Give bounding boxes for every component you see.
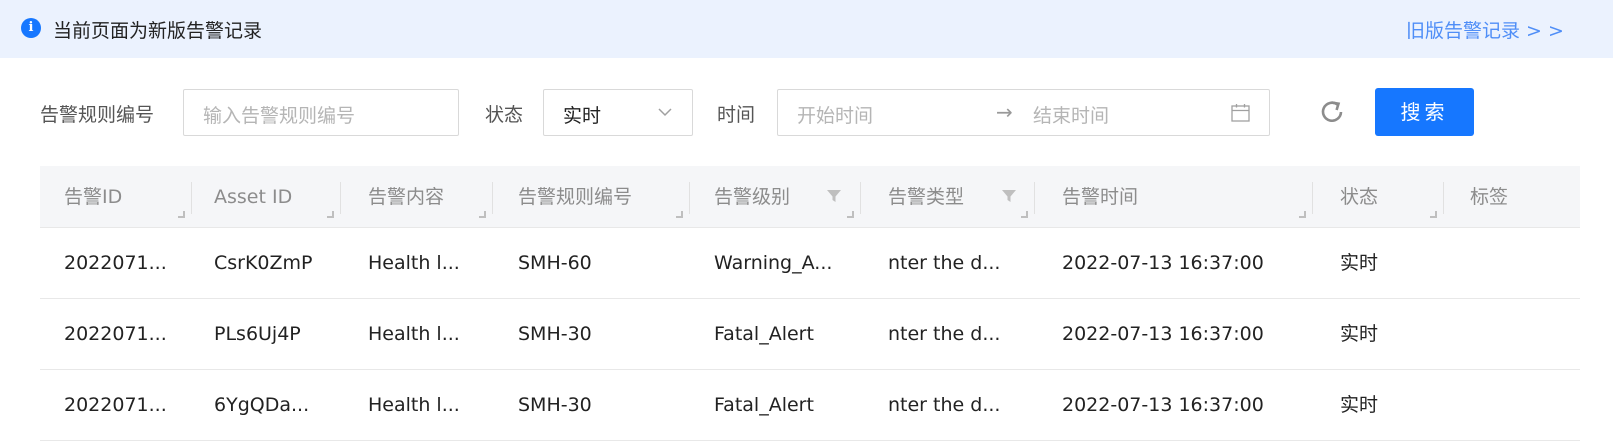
cell-rule-number: SMH-30 — [518, 323, 592, 345]
column-header-alarm-time[interactable]: 告警时间 — [1062, 166, 1138, 228]
table-header: 告警ID Asset ID 告警内容 告警规则编号 告警级别 告警类型 告警时间… — [40, 166, 1580, 228]
cell-alarm-type: nter the d... — [888, 323, 1001, 345]
column-header-asset-id[interactable]: Asset ID — [214, 166, 292, 228]
table-row[interactable]: 2022071... CsrK0ZmP Health l... SMH-60 W… — [40, 228, 1580, 299]
notice-bar: i 当前页面为新版告警记录 旧版告警记录 > > — [0, 0, 1613, 58]
column-header-status[interactable]: 状态 — [1340, 166, 1378, 228]
column-header-alarm-level[interactable]: 告警级别 — [714, 166, 790, 228]
cell-alarm-level: Fatal_Alert — [714, 323, 814, 345]
resize-handle[interactable] — [1021, 211, 1028, 218]
column-header-tag[interactable]: 标签 — [1470, 166, 1508, 228]
column-header-alarm-type[interactable]: 告警类型 — [888, 166, 964, 228]
cell-alarm-level: Fatal_Alert — [714, 394, 814, 416]
cell-status: 实时 — [1340, 252, 1379, 274]
cell-asset-id: CsrK0ZmP — [214, 252, 313, 274]
table-row[interactable]: 2022071... PLs6Uj4P Health l... SMH-30 F… — [40, 299, 1580, 370]
time-range-picker[interactable]: 开始时间 → 结束时间 — [777, 89, 1270, 136]
column-header-alarm-id[interactable]: 告警ID — [64, 166, 122, 228]
rule-number-label: 告警规则编号 — [40, 104, 155, 126]
chevron-down-icon — [658, 108, 672, 117]
alarm-table: 告警ID Asset ID 告警内容 告警规则编号 告警级别 告警类型 告警时间… — [40, 166, 1580, 441]
status-select-value: 实时 — [563, 105, 602, 127]
status-label: 状态 — [485, 104, 524, 126]
old-version-link[interactable]: 旧版告警记录 > > — [1406, 16, 1564, 43]
cell-status: 实时 — [1340, 323, 1379, 345]
table-row[interactable]: 2022071... 6YgQDa... Health l... SMH-30 … — [40, 370, 1580, 441]
filter-icon[interactable] — [1001, 188, 1017, 204]
time-label: 时间 — [717, 104, 756, 126]
cell-rule-number: SMH-30 — [518, 394, 592, 416]
column-header-rule-number[interactable]: 告警规则编号 — [518, 166, 632, 228]
resize-handle[interactable] — [847, 211, 854, 218]
reload-icon[interactable] — [1316, 96, 1348, 128]
cell-alarm-type: nter the d... — [888, 252, 1001, 274]
cell-alarm-id: 2022071... — [64, 394, 167, 416]
cell-alarm-id: 2022071... — [64, 252, 167, 274]
filter-icon[interactable] — [826, 188, 842, 204]
cell-alarm-type: nter the d... — [888, 394, 1001, 416]
start-time-input[interactable]: 开始时间 — [797, 101, 873, 128]
cell-alarm-content: Health l... — [368, 323, 460, 345]
info-icon: i — [21, 18, 41, 38]
cell-alarm-time: 2022-07-13 16:37:00 — [1062, 252, 1264, 274]
status-select[interactable]: 实时 — [543, 89, 693, 136]
calendar-icon — [1231, 104, 1250, 122]
cell-alarm-level: Warning_A... — [714, 252, 833, 274]
cell-alarm-id: 2022071... — [64, 323, 167, 345]
cell-status: 实时 — [1340, 394, 1379, 416]
resize-handle[interactable] — [676, 211, 683, 218]
notice-text: 当前页面为新版告警记录 — [53, 20, 263, 42]
cell-alarm-content: Health l... — [368, 252, 460, 274]
search-button[interactable]: 搜索 — [1375, 88, 1474, 136]
cell-alarm-time: 2022-07-13 16:37:00 — [1062, 394, 1264, 416]
resize-handle[interactable] — [178, 211, 185, 218]
cell-asset-id: 6YgQDa... — [214, 394, 310, 416]
cell-alarm-content: Health l... — [368, 394, 460, 416]
rule-number-input[interactable]: 输入告警规则编号 — [183, 89, 459, 136]
column-header-alarm-content[interactable]: 告警内容 — [368, 166, 444, 228]
end-time-input[interactable]: 结束时间 — [1033, 101, 1109, 128]
range-arrow-icon: → — [996, 100, 1013, 124]
cell-asset-id: PLs6Uj4P — [214, 323, 301, 345]
cell-alarm-time: 2022-07-13 16:37:00 — [1062, 323, 1264, 345]
resize-handle[interactable] — [1299, 211, 1306, 218]
resize-handle[interactable] — [479, 211, 486, 218]
rule-number-placeholder: 输入告警规则编号 — [203, 105, 356, 127]
cell-rule-number: SMH-60 — [518, 252, 592, 274]
resize-handle[interactable] — [1430, 211, 1437, 218]
resize-handle[interactable] — [327, 211, 334, 218]
